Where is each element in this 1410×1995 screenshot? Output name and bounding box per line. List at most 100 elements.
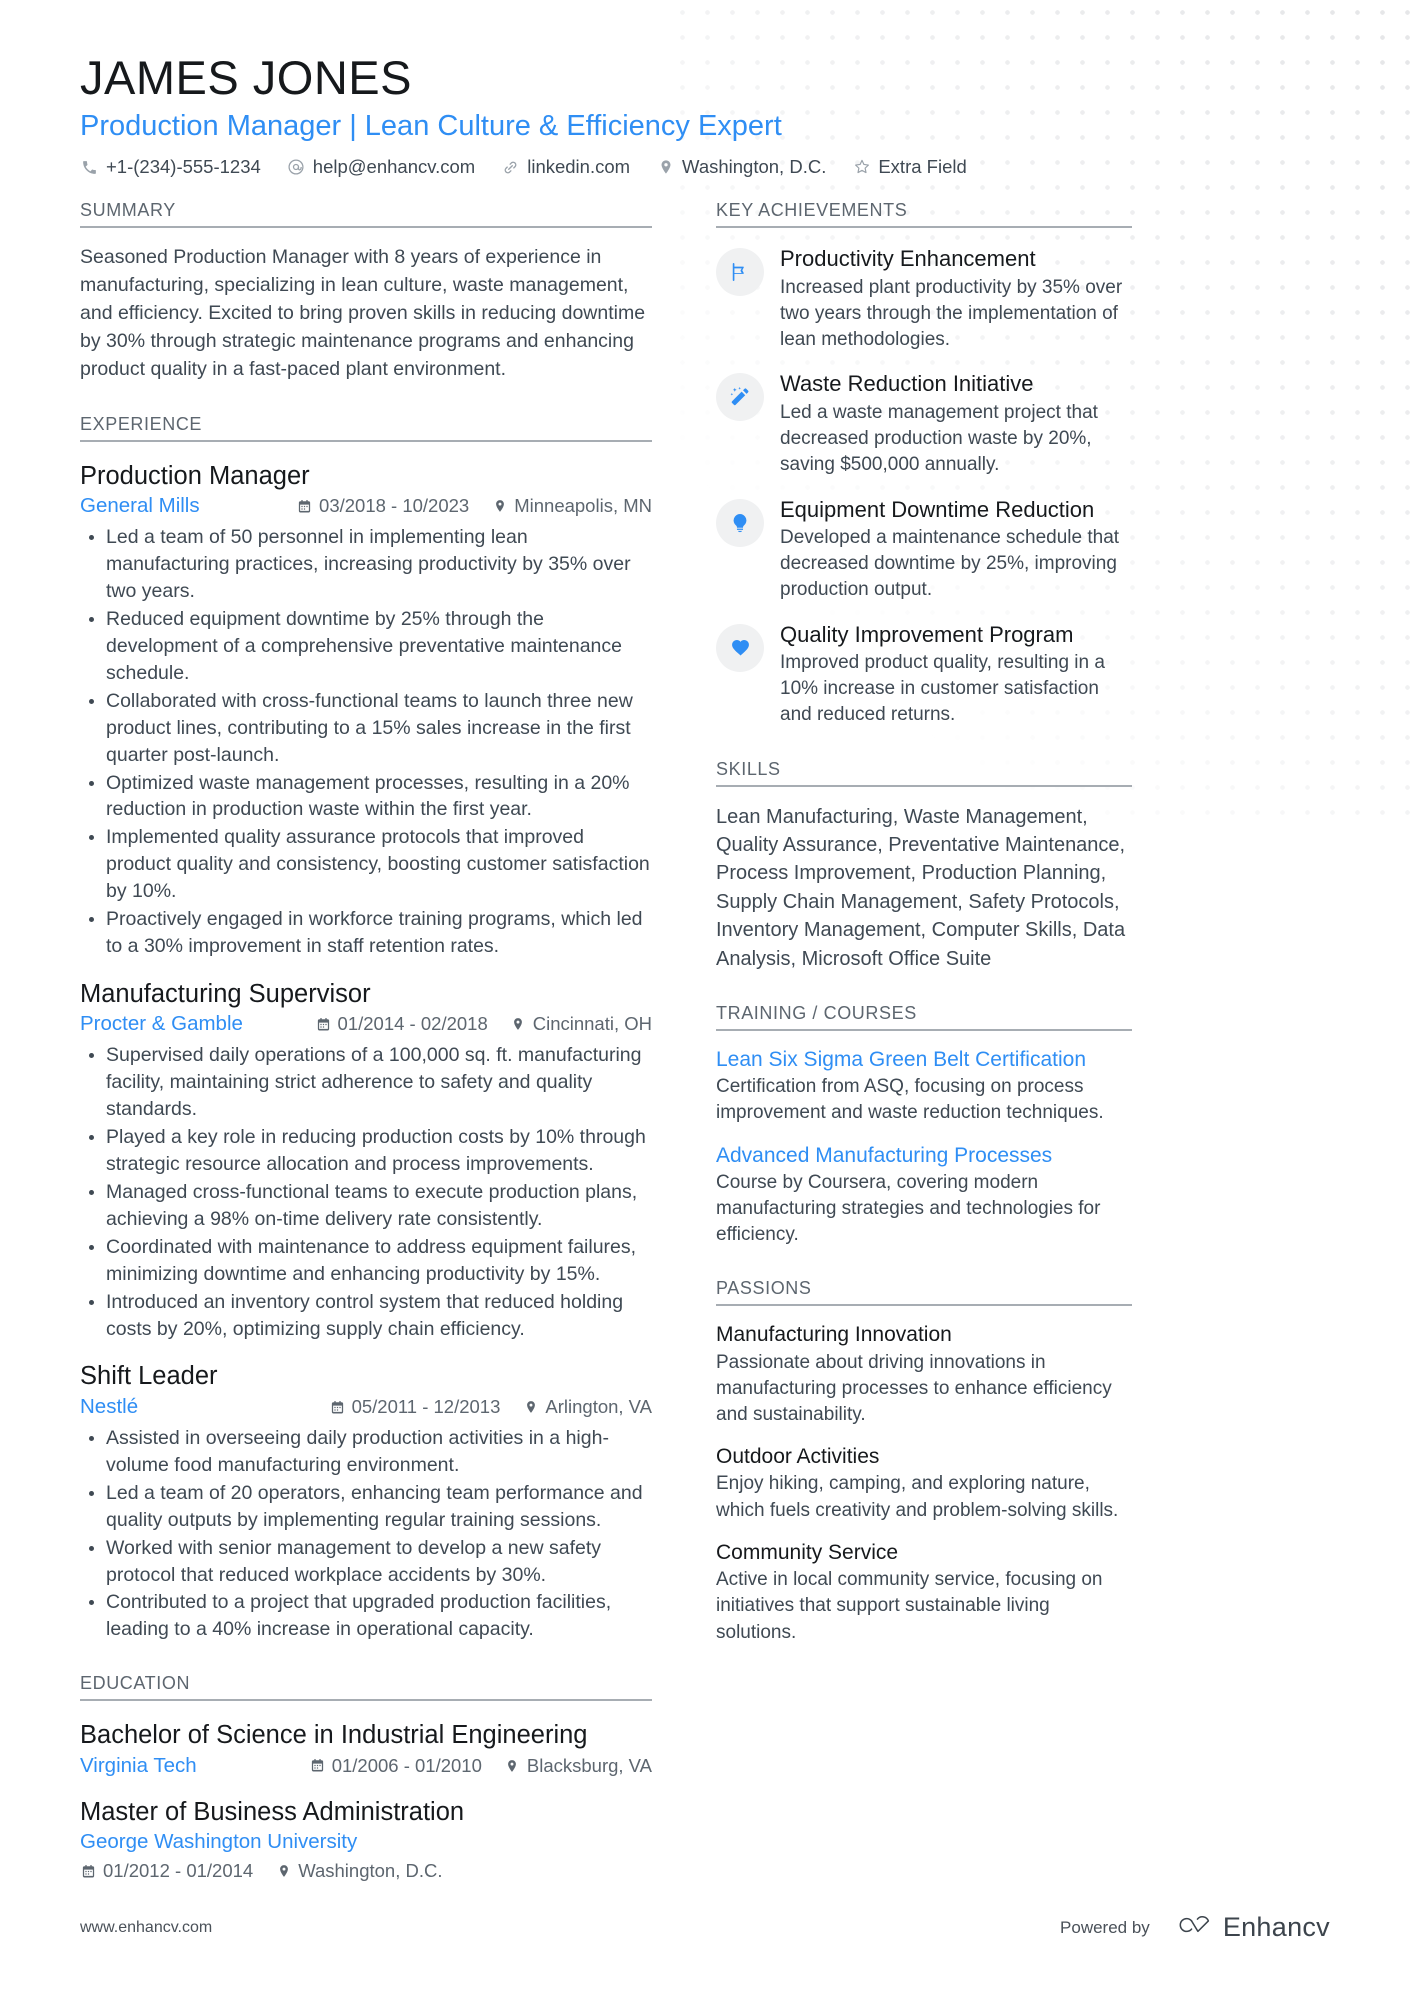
contact-link[interactable]: linkedin.com (501, 156, 630, 178)
contact-email-text: help@enhancv.com (312, 156, 476, 178)
bullet-item: Reduced equipment downtime by 25% throug… (80, 606, 652, 687)
passion-title: Community Service (716, 1540, 899, 1564)
achievement-title: Quality Improvement Program (780, 621, 1074, 647)
bullet-item: Managed cross-functional teams to execut… (80, 1179, 652, 1233)
education-degree: Master of Business Administration (80, 1797, 465, 1826)
email-icon (287, 158, 306, 177)
bullet-item: Assisted in overseeing daily production … (80, 1425, 652, 1479)
bullet-item: Proactively engaged in workforce trainin… (80, 906, 652, 960)
experience-meta: Nestlé 05/2011 - 12/2013 Arlington, VA (80, 1395, 652, 1419)
passion-description: Active in local community service, focus… (716, 1569, 1103, 1643)
passions-heading: PASSIONS (716, 1278, 1132, 1307)
flag-icon (716, 248, 764, 297)
experience-dates: 01/2014 - 02/2018 (315, 1013, 488, 1035)
achievement-title: Equipment Downtime Reduction (780, 496, 1095, 522)
bullet-item: Contributed to a project that upgraded p… (80, 1589, 652, 1643)
experience-bullets: Supervised daily operations of a 100,000… (80, 1042, 652, 1342)
lightbulb-icon (716, 498, 764, 547)
experience-company[interactable]: Nestlé (80, 1395, 138, 1419)
bullet-item: Led a team of 20 operators, enhancing te… (80, 1480, 652, 1534)
section-summary: SUMMARY Seasoned Production Manager with… (80, 200, 652, 383)
right-column: KEY ACHIEVEMENTS Productivity Enhancemen… (716, 200, 1132, 1649)
experience-meta: Procter & Gamble 01/2014 - 02/2018 Cinci… (80, 1012, 652, 1036)
experience-location: Minneapolis, MN (491, 495, 652, 517)
location-icon (275, 1863, 292, 1880)
summary-heading: SUMMARY (80, 200, 652, 229)
contact-row: +1-(234)-555-1234 help@enhancv.com linke… (80, 156, 1330, 178)
resume-columns: SUMMARY Seasoned Production Manager with… (80, 200, 1330, 1886)
training-entry: Lean Six Sigma Green Belt Certification … (716, 1047, 1132, 1127)
skills-heading: SKILLS (716, 759, 1132, 787)
achievement-item: Productivity Enhancement Increased plant… (716, 246, 1132, 353)
education-location-text: Blacksburg, VA (526, 1754, 652, 1776)
passion-description: Passionate about driving innovations in … (716, 1351, 1112, 1426)
contact-extra-field[interactable]: Extra Field (852, 156, 967, 178)
passion-title: Manufacturing Innovation (716, 1323, 952, 1347)
achievement-item: Waste Reduction Initiative Led a waste m… (716, 371, 1132, 478)
achievement-description: Improved product quality, resulting in a… (780, 651, 1105, 726)
education-location: Blacksburg, VA (504, 1755, 652, 1777)
training-description: Course by Coursera, covering modern manu… (716, 1171, 1101, 1246)
resume-header: JAMES JONES Production Manager | Lean Cu… (80, 51, 1330, 178)
location-icon (522, 1399, 539, 1416)
experience-job-title: Production Manager (80, 461, 310, 490)
achievement-description: Led a waste management project that decr… (780, 401, 1098, 476)
experience-company[interactable]: Procter & Gamble (80, 1012, 243, 1036)
education-heading: EDUCATION (80, 1673, 652, 1702)
location-icon (504, 1757, 521, 1774)
experience-location-text: Cincinnati, OH (532, 1013, 652, 1035)
footer-website-url[interactable]: www.enhancv.com (80, 1919, 212, 1937)
training-entry: Advanced Manufacturing Processes Course … (716, 1143, 1132, 1249)
section-passions: PASSIONS Manufacturing Innovation Passio… (716, 1278, 1132, 1645)
contact-phone-text: +1-(234)-555-1234 (106, 156, 261, 178)
education-school[interactable]: George Washington University (80, 1830, 652, 1854)
bullet-item: Optimized waste management processes, re… (80, 770, 652, 824)
calendar-icon (309, 1757, 326, 1774)
candidate-name: JAMES JONES (80, 51, 412, 104)
experience-location-text: Minneapolis, MN (514, 495, 652, 517)
experience-bullets: Led a team of 50 personnel in implementi… (80, 524, 652, 960)
star-icon (852, 158, 871, 177)
section-experience: EXPERIENCE Production Manager General Mi… (80, 414, 652, 1644)
education-school[interactable]: Virginia Tech (80, 1754, 197, 1778)
experience-company[interactable]: General Mills (80, 494, 200, 518)
contact-extra-field-text: Extra Field (878, 156, 967, 178)
training-heading: TRAINING / COURSES (716, 1003, 1132, 1031)
education-degree: Bachelor of Science in Industrial Engine… (80, 1721, 588, 1750)
contact-email[interactable]: help@enhancv.com (287, 156, 475, 178)
section-education: EDUCATION Bachelor of Science in Industr… (80, 1673, 652, 1882)
left-column: SUMMARY Seasoned Production Manager with… (80, 200, 680, 1886)
achievement-title: Productivity Enhancement (780, 246, 1036, 272)
training-title[interactable]: Advanced Manufacturing Processes (716, 1143, 1132, 1168)
experience-entry: Manufacturing Supervisor Procter & Gambl… (80, 979, 652, 1343)
achievement-body: Waste Reduction Initiative Led a waste m… (780, 371, 1132, 478)
contact-location[interactable]: Washington, D.C. (656, 156, 826, 178)
summary-text: Seasoned Production Manager with 8 years… (80, 246, 646, 380)
education-dates: 01/2012 - 01/2014 (80, 1860, 253, 1882)
enhancv-brand[interactable]: Enhancv (1172, 1912, 1330, 1943)
passion-entry: Manufacturing Innovation Passionate abou… (716, 1322, 1132, 1428)
achievement-body: Equipment Downtime Reduction Developed a… (780, 497, 1132, 604)
contact-phone[interactable]: +1-(234)-555-1234 (80, 156, 261, 178)
link-icon (501, 158, 520, 177)
location-icon (656, 158, 675, 177)
phone-icon (80, 158, 99, 177)
passion-description: Enjoy hiking, camping, and exploring nat… (716, 1473, 1119, 1521)
education-dates-text: 01/2006 - 01/2010 (331, 1754, 482, 1776)
experience-job-title: Manufacturing Supervisor (80, 979, 371, 1008)
contact-link-text: linkedin.com (527, 156, 631, 178)
experience-location-text: Arlington, VA (545, 1396, 652, 1418)
calendar-icon (296, 498, 313, 515)
education-meta: 01/2012 - 01/2014 Washington, D.C. (80, 1860, 652, 1882)
section-key-achievements: KEY ACHIEVEMENTS Productivity Enhancemen… (716, 200, 1132, 728)
experience-bullets: Assisted in overseeing daily production … (80, 1425, 652, 1643)
powered-by-label: Powered by (1060, 1917, 1150, 1937)
passion-entry: Community Service Active in local commun… (716, 1540, 1132, 1646)
experience-heading: EXPERIENCE (80, 414, 652, 442)
training-title[interactable]: Lean Six Sigma Green Belt Certification (716, 1047, 1132, 1072)
achievement-item: Quality Improvement Program Improved pro… (716, 622, 1132, 729)
education-dates: 01/2006 - 01/2010 (309, 1755, 482, 1777)
education-location: Washington, D.C. (275, 1860, 442, 1882)
experience-meta: General Mills 03/2018 - 10/2023 Minneapo… (80, 494, 652, 518)
enhancv-brand-name: Enhancv (1222, 1912, 1330, 1942)
